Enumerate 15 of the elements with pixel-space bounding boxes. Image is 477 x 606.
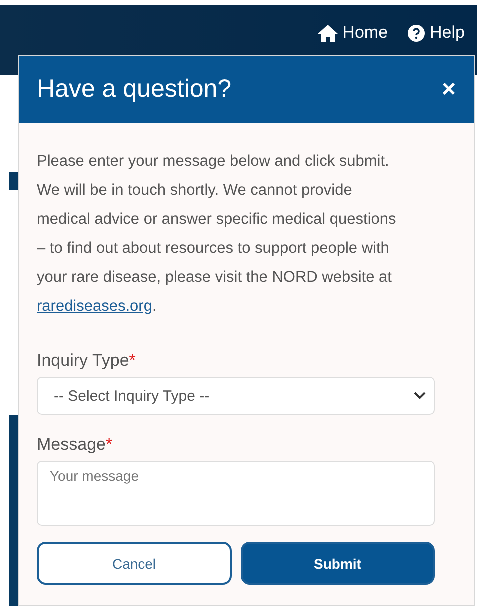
field-label: Inquiry Type*	[37, 351, 137, 371]
website-link[interactable]: rarediseases.org	[37, 298, 152, 315]
dialog-title: Have a question?	[37, 75, 232, 104]
inquiry-type-select[interactable]: -- Select Inquiry Type --	[37, 377, 435, 415]
intro-paragraph: Please enter your message below and click submit. We will be in touch shortly. We cannot provide medical advice or answer specific medical questions – to find out about resources to support people with your rare disease, please visit the NORD website at rarediseases.org.	[37, 152, 398, 317]
message-field[interactable]: Your message	[37, 461, 435, 526]
field-label: Message*	[37, 435, 114, 455]
home-icon	[318, 24, 338, 42]
submit-button[interactable]: Submit	[240, 542, 435, 585]
chevron-down-icon	[414, 392, 426, 400]
home-link[interactable]: Home	[318, 23, 388, 43]
help-icon	[408, 24, 426, 42]
cancel-button[interactable]: Cancel	[37, 542, 232, 585]
close-button[interactable]: ×	[442, 76, 456, 104]
help-link[interactable]: Help	[408, 23, 465, 43]
